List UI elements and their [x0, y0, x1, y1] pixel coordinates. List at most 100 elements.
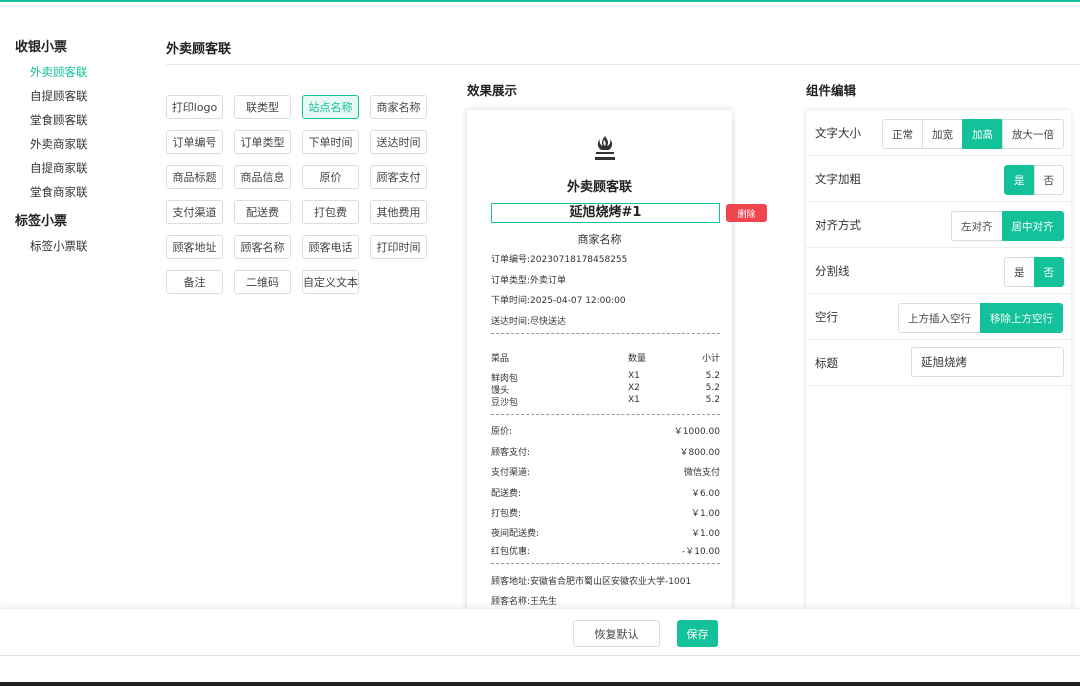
- component-order-time[interactable]: 下单时间: [302, 130, 359, 154]
- receipt-amount-value: ￥6.00: [690, 489, 720, 499]
- save-button[interactable]: 保存: [677, 620, 718, 647]
- receipt-amount-label: 打包费:: [491, 509, 522, 519]
- receipt-item-qty: X1: [628, 371, 640, 381]
- component-packing-fee[interactable]: 打包费: [302, 200, 359, 224]
- font-size-row: 文字大小 正常 加宽 加高 放大一倍: [806, 110, 1071, 156]
- component-goods-info[interactable]: 商品信息: [234, 165, 291, 189]
- receipt-item-subtotal: 5.2: [705, 371, 720, 381]
- receipt-amount-value: ￥1.00: [690, 509, 720, 519]
- receipt-order-time[interactable]: 下单时间:2025-04-07 12:00:00: [491, 293, 626, 306]
- receipt-amount-label: 支付渠道:: [491, 468, 531, 478]
- component-print-logo[interactable]: 打印logo: [166, 95, 223, 119]
- component-pay-channel[interactable]: 支付渠道: [166, 200, 223, 224]
- component-palette: 打印logo 联类型 站点名称 商家名称 订单编号 订单类型 下单时间 送达时间…: [166, 95, 436, 305]
- reset-default-button[interactable]: 恢复默认: [573, 620, 660, 647]
- receipt-customer-address[interactable]: 顾客地址:安徽省合肥市蜀山区安徽农业大学-1001: [491, 574, 691, 587]
- receipt-dashed-divider: [491, 563, 720, 564]
- bold-yes-option[interactable]: 是: [1004, 165, 1035, 195]
- receipt-copy-type: 外卖顾客联: [566, 180, 632, 195]
- divider-yes-option[interactable]: 是: [1004, 257, 1035, 287]
- component-delivery-time[interactable]: 送达时间: [370, 130, 427, 154]
- insert-blank-above-option[interactable]: 上方插入空行: [898, 303, 981, 333]
- component-customer-pay[interactable]: 顾客支付: [370, 165, 427, 189]
- component-customer-name[interactable]: 顾客名称: [234, 235, 291, 259]
- font-size-label: 文字大小: [815, 126, 861, 140]
- align-center-option[interactable]: 居中对齐: [1001, 211, 1064, 241]
- font-size-double-option[interactable]: 放大一倍: [1002, 119, 1064, 149]
- receipt-item-subtotal: 5.2: [705, 383, 720, 393]
- component-customer-address[interactable]: 顾客地址: [166, 235, 223, 259]
- receipt-item-qty: X1: [628, 395, 640, 405]
- component-editor-panel: 文字大小 正常 加宽 加高 放大一倍 文字加粗 是 否 对齐方式 左对齐 居中对…: [806, 110, 1071, 610]
- receipt-amount-label: 原价:: [491, 427, 513, 437]
- title-input[interactable]: 延旭烧烤: [911, 347, 1064, 377]
- receipt-amount-label: 配送费:: [491, 489, 522, 499]
- receipt-dashed-divider: [491, 333, 720, 334]
- bold-label: 文字加粗: [815, 172, 861, 186]
- component-customer-phone[interactable]: 顾客电话: [302, 235, 359, 259]
- receipt-item-name: 豆沙包: [491, 398, 519, 408]
- receipt-amount-value: ￥1.00: [690, 529, 720, 539]
- nav-item-pickup-merchant[interactable]: 自提商家联: [0, 156, 150, 180]
- receipt-amount-label: 红包优惠:: [491, 547, 531, 557]
- nav-item-dinein-customer[interactable]: 堂食顾客联: [0, 108, 150, 132]
- nav-group-receipt: 收银小票: [15, 40, 68, 55]
- nav-item-label-receipt[interactable]: 标签小票联: [0, 234, 150, 258]
- receipt-header-name: 菜品: [491, 354, 510, 364]
- component-qrcode[interactable]: 二维码: [234, 270, 291, 294]
- nav-item-dinein-merchant[interactable]: 堂食商家联: [0, 180, 150, 204]
- receipt-item-qty: X2: [628, 383, 640, 393]
- bold-row: 文字加粗 是 否: [806, 156, 1071, 202]
- nav-item-pickup-customer[interactable]: 自提顾客联: [0, 84, 150, 108]
- divider-row: 分割线 是 否: [806, 248, 1071, 294]
- nav-item-delivery-merchant[interactable]: 外卖商家联: [0, 132, 150, 156]
- divider-segmented: 是 否: [1004, 257, 1064, 287]
- receipt-dashed-divider: [491, 414, 720, 415]
- blank-line-row: 空行 上方插入空行 移除上方空行: [806, 294, 1071, 340]
- receipt-amount-value: ￥1000.00: [673, 427, 720, 437]
- receipt-order-no[interactable]: 订单编号:20230718178458255: [491, 252, 627, 265]
- component-custom-text[interactable]: 自定义文本: [302, 270, 359, 294]
- blank-line-label: 空行: [815, 310, 838, 324]
- remove-blank-above-option[interactable]: 移除上方空行: [980, 303, 1063, 333]
- top-accent-line: [0, 0, 1080, 2]
- component-order-type[interactable]: 订单类型: [234, 130, 291, 154]
- page-title: 外卖顾客联: [166, 42, 232, 57]
- component-copy-type[interactable]: 联类型: [234, 95, 291, 119]
- receipt-shop-name[interactable]: 延旭烧烤#1: [491, 203, 720, 223]
- sidebar-nav: 收银小票 外卖顾客联 自提顾客联 堂食顾客联 外卖商家联 自提商家联 堂食商家联…: [0, 30, 150, 258]
- receipt-amount-label: 夜间配送费:: [491, 529, 540, 539]
- receipt-amount-value: -￥10.00: [681, 547, 720, 557]
- receipt-amount-label: 顾客支付:: [491, 448, 531, 458]
- blank-line-segmented: 上方插入空行 移除上方空行: [898, 303, 1063, 333]
- align-left-option[interactable]: 左对齐: [951, 211, 1003, 241]
- component-delivery-fee[interactable]: 配送费: [234, 200, 291, 224]
- receipt-preview: 外卖顾客联 延旭烧烤#1 商家名称 订单编号:20230718178458255…: [467, 110, 732, 610]
- delete-component-button[interactable]: 删除: [726, 204, 767, 222]
- receipt-delivery-time[interactable]: 送达时间:尽快送达: [491, 314, 566, 327]
- nav-item-delivery-customer[interactable]: 外卖顾客联: [0, 60, 150, 84]
- brand-logo-icon: [595, 136, 615, 160]
- divider-label: 分割线: [815, 264, 850, 278]
- bold-no-option[interactable]: 否: [1033, 165, 1064, 195]
- align-row: 对齐方式 左对齐 居中对齐: [806, 202, 1071, 248]
- component-original-price[interactable]: 原价: [302, 165, 359, 189]
- component-goods-title[interactable]: 商品标题: [166, 165, 223, 189]
- font-size-normal-option[interactable]: 正常: [882, 119, 923, 149]
- receipt-order-type[interactable]: 订单类型:外卖订单: [491, 273, 566, 286]
- component-print-time[interactable]: 打印时间: [370, 235, 427, 259]
- divider-no-option[interactable]: 否: [1033, 257, 1064, 287]
- footer-bar: 恢复默认 保存: [0, 608, 1080, 656]
- component-merchant-name[interactable]: 商家名称: [370, 95, 427, 119]
- editor-label: 组件编辑: [806, 83, 857, 98]
- font-size-tall-option[interactable]: 加高: [962, 119, 1003, 149]
- component-order-no[interactable]: 订单编号: [166, 130, 223, 154]
- receipt-merchant-name[interactable]: 商家名称: [467, 231, 732, 247]
- component-remark[interactable]: 备注: [166, 270, 223, 294]
- receipt-item-subtotal: 5.2: [705, 395, 720, 405]
- receipt-customer-name[interactable]: 顾客名称:王先生: [491, 594, 557, 607]
- receipt-amount-value: 微信支付: [683, 468, 720, 478]
- component-other-fee[interactable]: 其他费用: [370, 200, 427, 224]
- font-size-wide-option[interactable]: 加宽: [922, 119, 963, 149]
- component-site-name[interactable]: 站点名称: [302, 95, 359, 119]
